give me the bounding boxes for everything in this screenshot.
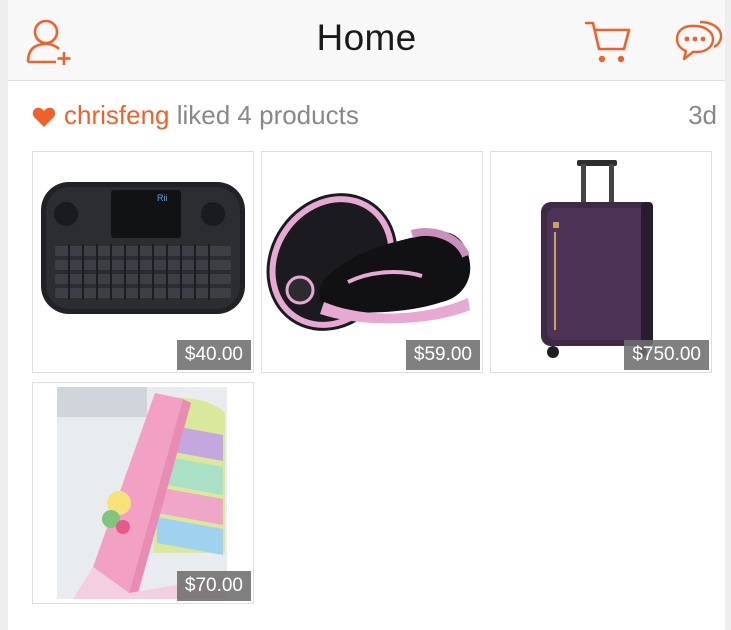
svg-text:Rii: Rii [157, 193, 168, 203]
price-tag: $40.00 [176, 340, 251, 370]
app-screen: Home chrisfeng liked 4 products 3d Rii $… [8, 0, 725, 630]
username-link[interactable]: chrisfeng [64, 100, 170, 130]
product-tile-sneakers[interactable]: $59.00 [261, 151, 483, 373]
product-image-suitcase [541, 160, 653, 358]
product-tile-keyboard[interactable]: Rii $40.00 [32, 151, 254, 373]
cart-icon[interactable] [582, 17, 632, 65]
activity-text: chrisfeng liked 4 products [64, 100, 359, 131]
messages-icon[interactable] [674, 17, 724, 65]
navigation-bar: Home [8, 0, 725, 81]
activity-action: liked 4 products [169, 100, 359, 130]
product-tile-bookshelf[interactable]: $70.00 [32, 382, 254, 604]
product-tile-suitcase[interactable]: $750.00 [490, 151, 712, 373]
activity-timestamp: 3d [688, 100, 717, 130]
product-image-bookshelf [57, 387, 227, 599]
price-tag: $750.00 [624, 340, 709, 370]
price-tag: $70.00 [176, 571, 251, 601]
heart-icon [32, 107, 56, 127]
price-tag: $59.00 [405, 340, 480, 370]
product-image-keyboard: Rii [41, 182, 245, 314]
product-image-sneakers [266, 193, 471, 331]
activity-header: chrisfeng liked 4 products 3d [8, 96, 725, 136]
